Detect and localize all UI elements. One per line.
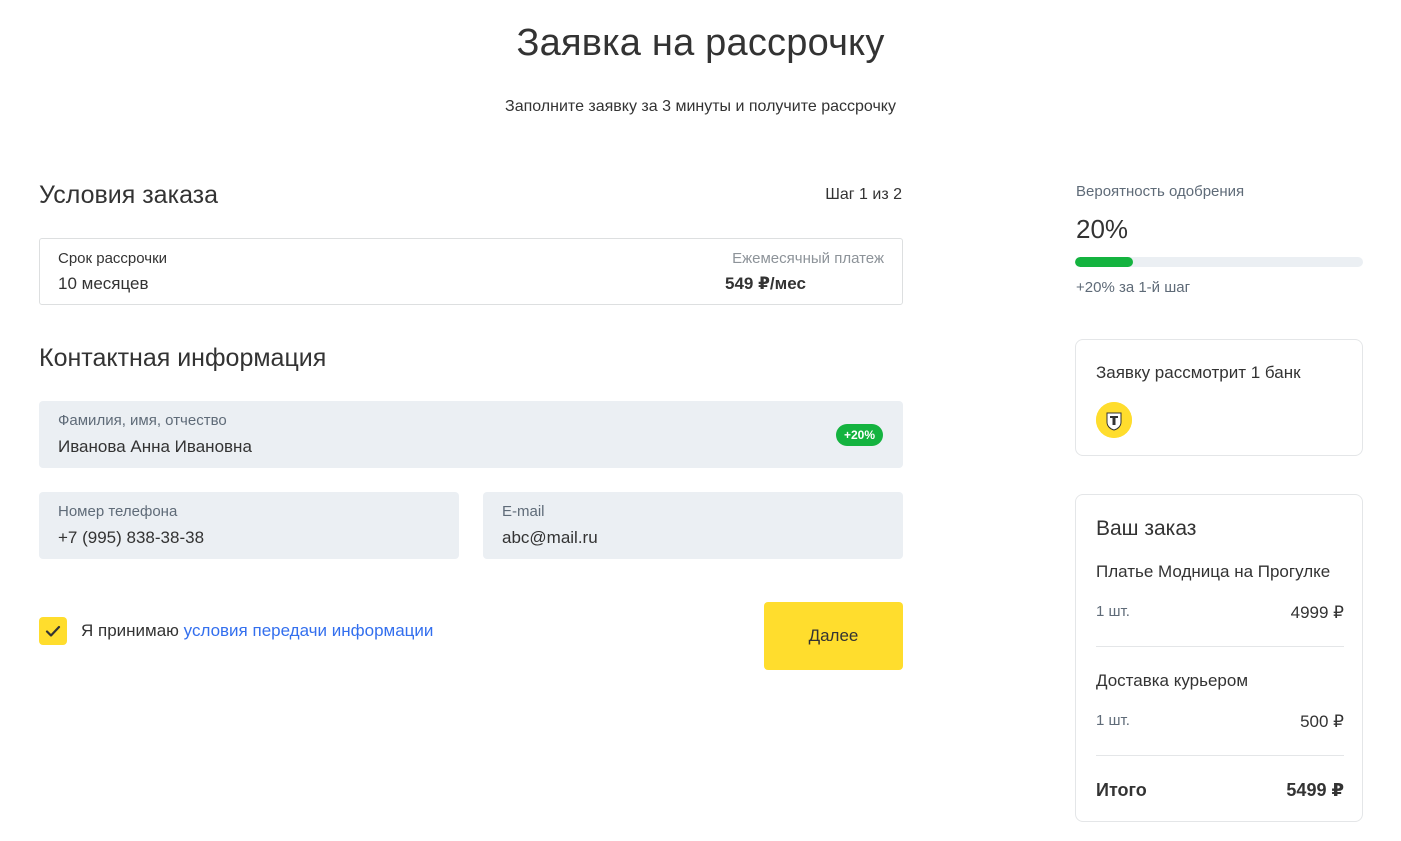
order-total-value: 5499 ₽ [1286,780,1344,800]
agreement-terms-link[interactable]: условия передачи информации [184,621,434,640]
email-value[interactable]: abc@mail.ru [502,528,598,548]
bank-review-card: Заявку рассмотрит 1 банк [1075,339,1363,456]
approval-progress-bar [1075,257,1363,267]
full-name-label: Фамилия, имя, отчество [58,412,227,429]
agreement-text: Я принимаю условия передачи информации [81,621,433,641]
approval-value: 20% [1076,214,1129,244]
next-button[interactable]: Далее [764,602,903,670]
order-conditions-title: Условия заказа [39,181,219,209]
page-subtitle: Заполните заявку за 3 минуты и получите … [505,98,896,115]
approval-hint: +20% за 1-й шаг [1076,279,1191,296]
bank-emblem-icon [1096,402,1132,438]
full-name-value[interactable]: Иванова Анна Ивановна [58,437,252,457]
monthly-payment-value: 549 ₽/мес [725,274,806,293]
term-label: Срок рассрочки [58,250,168,267]
full-name-field[interactable]: Фамилия, имя, отчество Иванова Анна Иван… [39,401,903,468]
bank-review-title: Заявку рассмотрит 1 банк [1096,363,1301,382]
monthly-payment-label: Ежемесячный платеж [732,250,884,267]
contact-info-title: Контактная информация [39,344,327,372]
step-indicator: Шаг 1 из 2 [825,186,902,203]
email-field[interactable]: E-mail abc@mail.ru [483,492,903,559]
agreement-checkbox[interactable] [39,617,67,645]
term-value: 10 месяцев [58,274,149,293]
order-item-qty: 1 шт. [1096,603,1130,620]
approval-progress-fill [1075,257,1133,267]
order-item-name: Доставка курьером [1096,671,1249,690]
phone-field[interactable]: Номер телефона +7 (995) 838-38-38 [39,492,459,559]
order-divider [1096,755,1344,756]
approval-label: Вероятность одобрения [1076,183,1245,200]
email-label: E-mail [502,503,545,520]
order-summary-card: Ваш заказ Платье Модница на Прогулке 1 ш… [1075,494,1363,822]
installment-conditions-box: Срок рассрочки 10 месяцев Ежемесячный пл… [39,238,903,305]
phone-label: Номер телефона [58,503,178,520]
phone-value[interactable]: +7 (995) 838-38-38 [58,528,204,548]
order-divider [1096,646,1344,647]
order-total-label: Итого [1096,780,1147,800]
order-item-name: Платье Модница на Прогулке [1096,562,1331,581]
approval-bonus-badge: +20% [835,424,883,446]
order-item-qty: 1 шт. [1096,712,1130,729]
order-item-price: 4999 ₽ [1290,603,1344,622]
page-title: Заявка на рассрочку [516,22,885,64]
checkmark-icon [45,625,61,637]
order-item-price: 500 ₽ [1300,712,1344,731]
order-title: Ваш заказ [1096,517,1197,540]
agreement-prefix: Я принимаю [81,621,184,640]
